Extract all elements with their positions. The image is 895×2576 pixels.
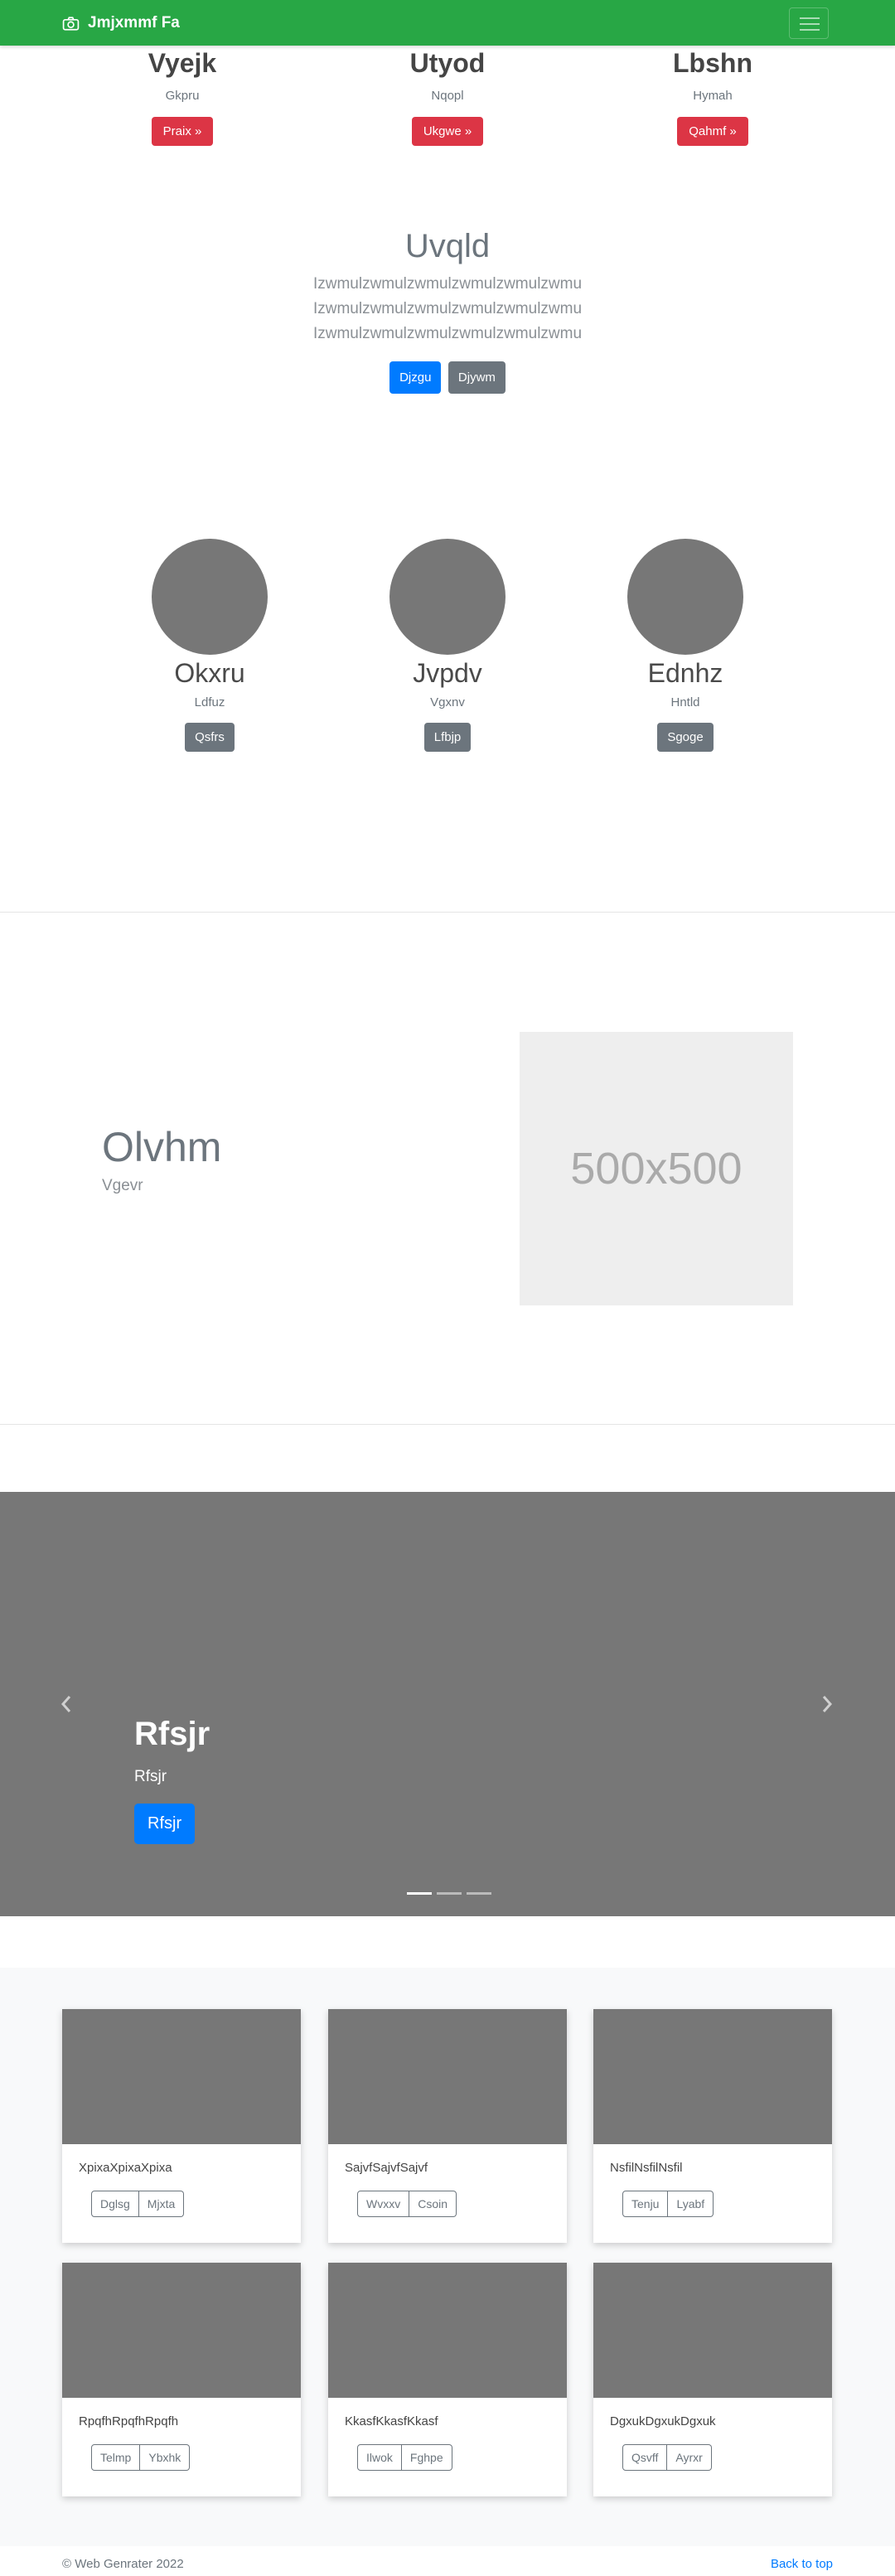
carousel-caption-title: Rfsjr — [134, 1716, 210, 1752]
feature-title: Utyod — [409, 48, 486, 78]
profile-column: Jvpdv Vgxnv Lfbjp — [331, 539, 564, 752]
carousel: Rfsjr Rfsjr Rfsjr — [0, 1492, 895, 1916]
feature-subtitle: Hymah — [693, 89, 733, 103]
avatar-placeholder — [627, 539, 743, 655]
album-card: KkasfKkasfKkasf Ilwok Fghpe — [328, 2263, 567, 2496]
feature-button[interactable]: Ukgwe » — [411, 117, 484, 146]
feature-subtitle: Nqopl — [431, 89, 464, 103]
feature-column: Vyejk Gkpru Praix » — [120, 48, 244, 146]
jumbotron-text: Izwmulzwmulzwmulzwmulzwmulzwmu — [312, 275, 583, 293]
album-card: RpqfhRpqfhRpqfh Telmp Ybxhk — [62, 2263, 301, 2496]
jumbotron-primary-button[interactable]: Djzgu — [389, 361, 442, 394]
feature-column: Lbshn Hymah Qahmf » — [651, 48, 775, 146]
feature-button[interactable]: Praix » — [151, 117, 214, 146]
profile-column: Ednhz Hntld Sgoge — [569, 539, 801, 752]
featurette-heading: Olvhm — [102, 1124, 222, 1170]
featurette-subtitle: Vgevr — [102, 1177, 143, 1194]
avatar-placeholder — [152, 539, 268, 655]
profile-button[interactable]: Sgoge — [657, 723, 714, 752]
section-divider — [0, 912, 895, 913]
card-button[interactable]: Qsvff — [622, 2444, 668, 2471]
carousel-next-button[interactable] — [819, 1690, 835, 1718]
card-button-group: Tenju Lyabf — [622, 2191, 714, 2217]
jumbotron-text: Izwmulzwmulzwmulzwmulzwmulzwmu — [312, 325, 583, 342]
card-button[interactable]: Lyabf — [668, 2191, 714, 2217]
card-text: KkasfKkasfKkasf — [345, 2414, 438, 2428]
album-card: DgxukDgxukDgxuk Qsvff Ayrxr — [593, 2263, 832, 2496]
card-button[interactable]: Ybxhk — [140, 2444, 191, 2471]
navbar-toggler-button[interactable] — [789, 7, 829, 39]
card-text: SajvfSajvfSajvf — [345, 2161, 428, 2175]
profile-subtitle: Vgxnv — [430, 695, 465, 709]
back-to-top-link[interactable]: Back to top — [771, 2557, 833, 2571]
carousel-indicator[interactable] — [467, 1892, 491, 1895]
navbar: Jmjxmmf Fa — [0, 0, 895, 46]
profile-column: Okxru Ldfuz Qsfrs — [94, 539, 326, 752]
card-button[interactable]: Csoin — [409, 2191, 457, 2217]
jumbotron-text: Izwmulzwmulzwmulzwmulzwmulzwmu — [312, 300, 583, 317]
jumbotron: Uvqld Izwmulzwmulzwmulzwmulzwmulzwmu Izw… — [0, 228, 895, 394]
card-thumbnail — [62, 2009, 301, 2144]
profile-name: Okxru — [174, 658, 245, 688]
feature-title: Lbshn — [673, 48, 752, 78]
card-button-group: Qsvff Ayrxr — [622, 2444, 712, 2471]
card-thumbnail — [328, 2263, 567, 2398]
section-divider — [0, 1424, 895, 1425]
card-button[interactable]: Dglsg — [91, 2191, 139, 2217]
camera-icon — [62, 16, 80, 31]
card-thumbnail — [62, 2263, 301, 2398]
card-button[interactable]: Mjxta — [138, 2191, 185, 2217]
profile-name: Ednhz — [647, 658, 723, 688]
carousel-caption-text: Rfsjr — [134, 1768, 167, 1785]
profile-button[interactable]: Lfbjp — [423, 723, 472, 752]
card-button[interactable]: Telmp — [91, 2444, 141, 2471]
feature-column: Utyod Nqopl Ukgwe » — [385, 48, 510, 146]
carousel-prev-button[interactable] — [58, 1690, 75, 1718]
card-button-group: Wvxxv Csoin — [357, 2191, 457, 2217]
carousel-indicator[interactable] — [437, 1892, 462, 1895]
card-text: DgxukDgxukDgxuk — [610, 2414, 716, 2428]
feature-button[interactable]: Qahmf » — [677, 117, 748, 146]
carousel-caption-button[interactable]: Rfsjr — [134, 1804, 196, 1844]
album-card: NsfilNsfilNsfil Tenju Lyabf — [593, 2009, 832, 2243]
profile-subtitle: Hntld — [670, 695, 700, 709]
image-placeholder: 500x500 — [520, 1032, 793, 1305]
card-button-group: Ilwok Fghpe — [357, 2444, 452, 2471]
jumbotron-secondary-button[interactable]: Djywm — [448, 361, 506, 394]
card-button[interactable]: Ilwok — [357, 2444, 402, 2471]
card-thumbnail — [593, 2009, 832, 2144]
card-button-group: Dglsg Mjxta — [91, 2191, 185, 2217]
card-text: NsfilNsfilNsfil — [610, 2161, 683, 2175]
chevron-right-icon — [822, 1696, 833, 1712]
jumbotron-title: Uvqld — [404, 228, 491, 264]
chevron-left-icon — [60, 1696, 71, 1712]
card-button[interactable]: Wvxxv — [357, 2191, 410, 2217]
card-text: XpixaXpixaXpixa — [79, 2161, 172, 2175]
card-button[interactable]: Tenju — [622, 2191, 669, 2217]
album-card: XpixaXpixaXpixa Dglsg Mjxta — [62, 2009, 301, 2243]
profile-button[interactable]: Qsfrs — [185, 723, 235, 752]
card-button[interactable]: Fghpe — [401, 2444, 452, 2471]
album-card: SajvfSajvfSajvf Wvxxv Csoin — [328, 2009, 567, 2243]
carousel-indicator[interactable] — [407, 1892, 432, 1895]
footer-copyright: © Web Genrater 2022 — [62, 2557, 184, 2571]
card-button[interactable]: Ayrxr — [667, 2444, 712, 2471]
card-button-group: Telmp Ybxhk — [91, 2444, 191, 2471]
placeholder-label: 500x500 — [570, 1144, 743, 1194]
brand-label: Jmjxmmf Fa — [88, 14, 180, 31]
album-section: XpixaXpixaXpixa Dglsg Mjxta SajvfSajvfSa… — [0, 1968, 895, 2546]
card-text: RpqfhRpqfhRpqfh — [79, 2414, 179, 2428]
carousel-indicators — [404, 1892, 494, 1895]
profile-subtitle: Ldfuz — [194, 695, 225, 709]
profile-name: Jvpdv — [413, 658, 482, 688]
card-thumbnail — [328, 2009, 567, 2144]
avatar-placeholder — [389, 539, 506, 655]
feature-subtitle: Gkpru — [165, 89, 200, 103]
card-thumbnail — [593, 2263, 832, 2398]
navbar-brand[interactable]: Jmjxmmf Fa — [62, 14, 180, 32]
feature-title: Vyejk — [148, 48, 217, 78]
